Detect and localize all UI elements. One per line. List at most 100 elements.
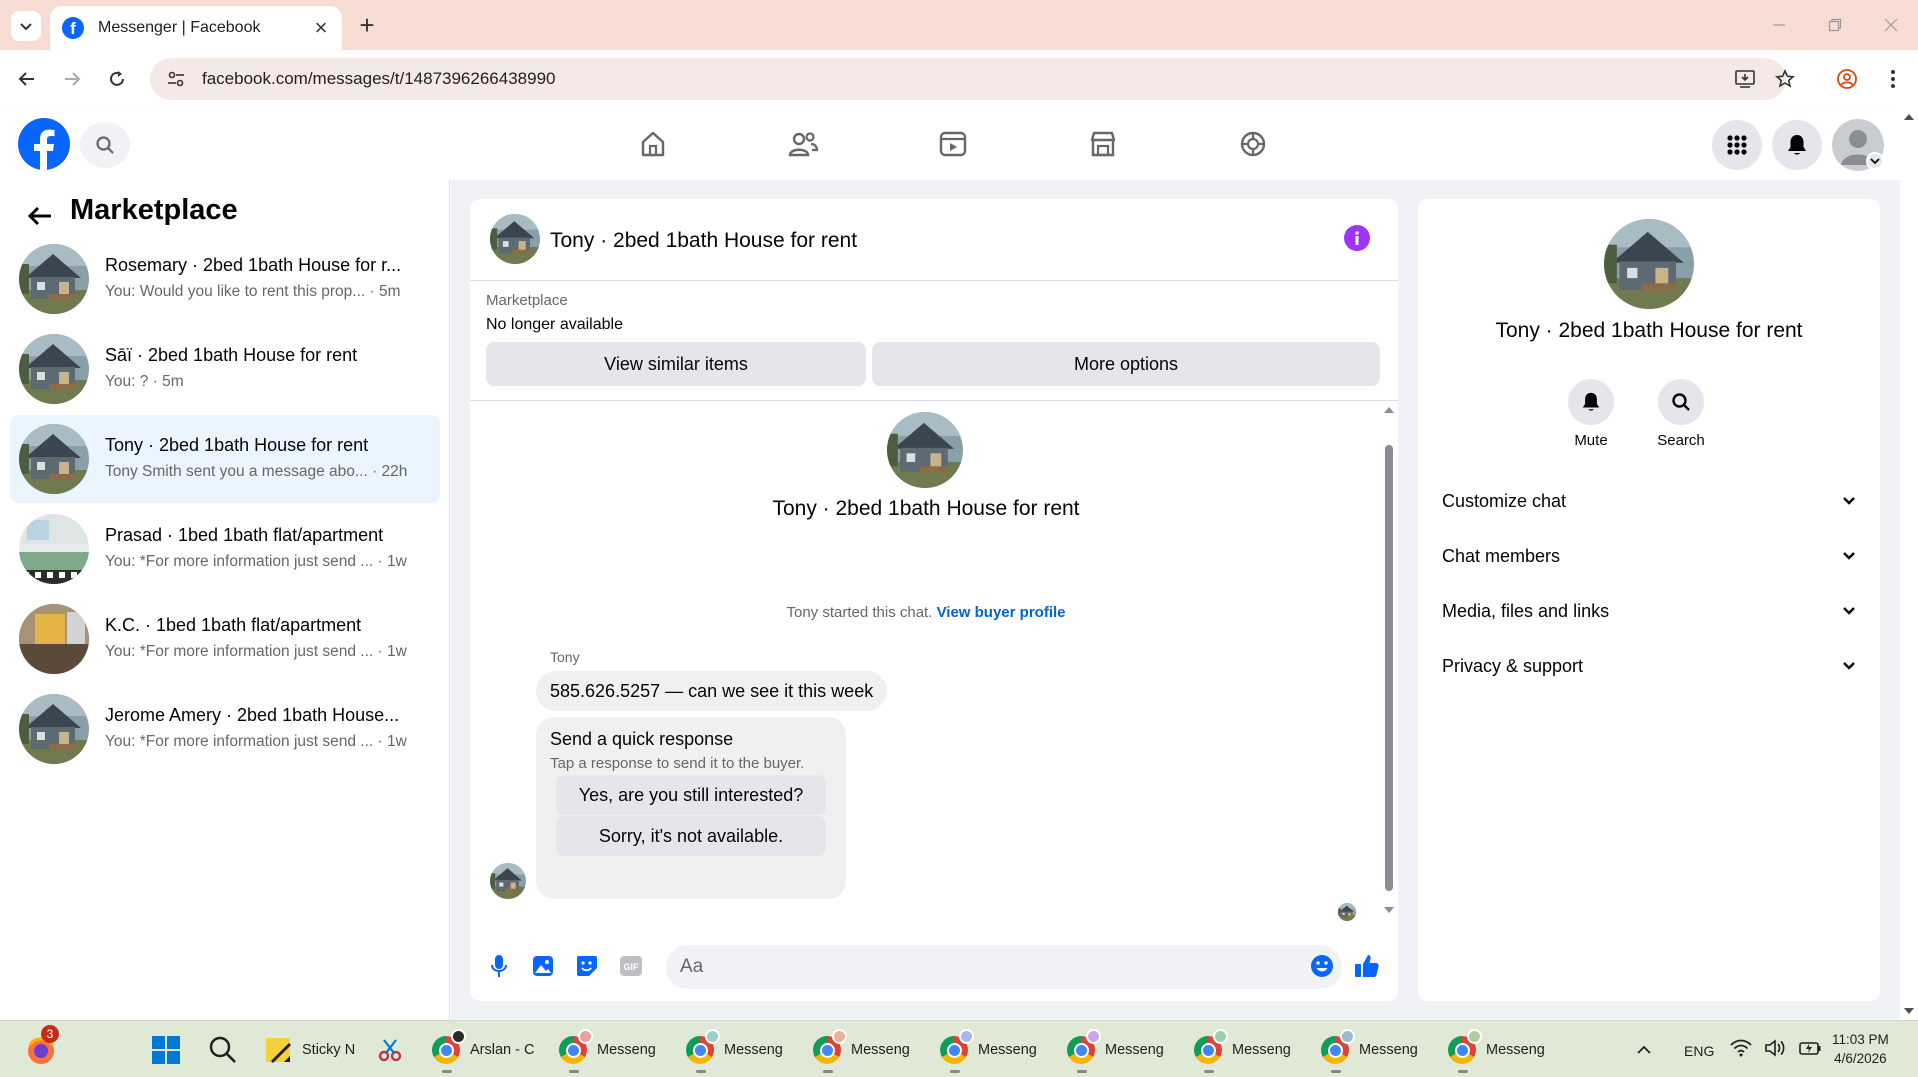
back-arrow-icon[interactable]	[10, 62, 44, 96]
chat-header-avatar[interactable]	[490, 214, 540, 264]
windows-logo-icon	[152, 1036, 180, 1064]
chat-members-section[interactable]: Chat members	[1428, 530, 1870, 582]
page-scrollbar[interactable]	[1900, 108, 1918, 1020]
divider	[470, 400, 1398, 401]
reload-icon[interactable]	[100, 62, 134, 96]
address-bar[interactable]: facebook.com/messages/t/1487396266438990	[150, 58, 1786, 100]
sticky-notes-icon	[266, 1038, 292, 1064]
listing-thumbnail	[19, 244, 89, 314]
marketplace-icon[interactable]	[1078, 120, 1128, 168]
chrome-icon	[432, 1029, 466, 1064]
media-files-links-section[interactable]: Media, files and links	[1428, 585, 1870, 637]
taskbar-chrome-window[interactable]: Messeng	[686, 1029, 792, 1073]
thumbs-up-icon[interactable]	[1350, 949, 1384, 983]
taskbar-chrome-window[interactable]: Messeng	[940, 1029, 1046, 1073]
conversation-item[interactable]: K.C. · 1bed 1bath flat/apartment You: *F…	[10, 595, 440, 683]
chrome-icon	[940, 1029, 974, 1064]
photo-icon[interactable]	[526, 949, 560, 983]
taskbar-search-button[interactable]	[208, 1029, 238, 1071]
taskbar-chrome-window[interactable]: Arslan - C	[432, 1029, 538, 1073]
firefox-app[interactable]: 3	[24, 1025, 59, 1071]
quick-response-option[interactable]: Sorry, it's not available.	[556, 816, 826, 856]
marketplace-label: Marketplace	[486, 292, 568, 309]
privacy-support-section[interactable]: Privacy & support	[1428, 640, 1870, 692]
conversation-name: Tony · 2bed 1bath House for rent	[105, 435, 369, 455]
language-indicator[interactable]: ENG	[1684, 1043, 1714, 1059]
taskbar-label: Messeng	[978, 1042, 1037, 1058]
conversation-preview: You: *For more information just send ...…	[105, 733, 407, 750]
message-bubble[interactable]: 585.626.5257 — can we see it this week	[536, 671, 888, 711]
customize-chat-section[interactable]: Customize chat	[1428, 475, 1870, 527]
chat-scrollbar[interactable]	[1380, 401, 1398, 921]
taskbar-sticky-notes[interactable]: Sticky N	[264, 1029, 370, 1071]
more-options-button[interactable]: More options	[872, 342, 1380, 386]
search-in-chat-button[interactable]: Search	[1636, 379, 1726, 449]
conversation-name: Jerome Amery · 2bed 1bath House...	[105, 705, 400, 725]
url-text[interactable]: facebook.com/messages/t/1487396266438990	[202, 69, 555, 89]
back-button[interactable]	[22, 198, 58, 234]
profile-icon[interactable]	[1830, 62, 1864, 96]
restore-icon[interactable]	[1820, 12, 1850, 38]
chevron-down-icon	[1843, 497, 1855, 505]
sender-avatar[interactable]	[490, 863, 526, 899]
start-button[interactable]	[150, 1029, 182, 1071]
battery-icon	[1799, 1042, 1821, 1055]
facebook-logo-icon[interactable]	[18, 118, 70, 170]
bookmark-star-icon[interactable]	[1768, 62, 1802, 96]
chrome-icon	[686, 1029, 720, 1064]
quick-response-option[interactable]: Yes, are you still interested?	[556, 775, 826, 815]
conversation-preview: You: *For more information just send ...…	[105, 553, 407, 570]
chrome-icon	[813, 1029, 847, 1064]
mute-button[interactable]: Mute	[1546, 379, 1636, 449]
tab-search-button[interactable]	[11, 11, 41, 41]
friends-icon[interactable]	[778, 120, 828, 168]
taskbar-chrome-window[interactable]: Messeng	[1448, 1029, 1554, 1073]
taskbar-chrome-window[interactable]: Messeng	[1067, 1029, 1173, 1073]
chat-title[interactable]: Tony · 2bed 1bath House for rent	[550, 229, 857, 253]
system-tray-icons[interactable]	[1730, 1039, 1822, 1057]
forward-arrow-icon[interactable]	[55, 62, 89, 96]
notifications-button[interactable]	[1772, 120, 1822, 170]
gaming-icon[interactable]	[1228, 120, 1278, 168]
taskbar-chrome-window[interactable]: Messeng	[813, 1029, 919, 1073]
minimize-icon[interactable]	[1764, 12, 1794, 38]
conversation-preview: Tony Smith sent you a message abo... · 2…	[105, 463, 408, 480]
close-window-icon[interactable]	[1876, 12, 1906, 38]
facebook-search-button[interactable]	[80, 122, 130, 168]
browser-menu-icon[interactable]	[1876, 62, 1910, 96]
show-hidden-icons-button[interactable]	[1636, 1029, 1652, 1071]
section-label: Media, files and links	[1442, 600, 1610, 621]
conversation-item[interactable]: Jerome Amery · 2bed 1bath House... You: …	[10, 685, 440, 773]
video-icon[interactable]	[928, 120, 978, 168]
gif-icon[interactable]: GIF	[614, 949, 648, 983]
conversation-item[interactable]: Rosemary · 2bed 1bath House for r... You…	[10, 235, 440, 323]
quick-response-title: Send a quick response	[550, 729, 734, 749]
conversation-item-active[interactable]: Tony · 2bed 1bath House for rent Tony Sm…	[10, 415, 440, 503]
emoji-icon[interactable]	[1305, 949, 1339, 983]
view-buyer-profile-link[interactable]: View buyer profile	[937, 604, 1066, 621]
browser-tab[interactable]: f Messenger | Facebook ×	[50, 6, 342, 50]
close-tab-icon[interactable]: ×	[308, 15, 334, 41]
home-icon[interactable]	[628, 120, 678, 168]
site-settings-icon[interactable]	[156, 69, 196, 89]
taskbar-chrome-window[interactable]: Messeng	[1321, 1029, 1427, 1073]
install-app-icon[interactable]	[1728, 62, 1762, 96]
microphone-icon[interactable]	[482, 949, 516, 983]
account-chevron-icon[interactable]	[1866, 152, 1884, 170]
arrow-left-icon	[27, 206, 51, 226]
conversation-item[interactable]: Sāï · 2bed 1bath House for rent You: ? ·…	[10, 325, 440, 413]
new-tab-button[interactable]: +	[352, 10, 382, 40]
conversation-item[interactable]: Prasad · 1bed 1bath flat/apartment You: …	[10, 505, 440, 593]
taskbar-label: Messeng	[1105, 1042, 1164, 1058]
menu-grid-button[interactable]	[1712, 120, 1762, 170]
search-icon	[1658, 379, 1704, 425]
clock[interactable]: 11:03 PM 4/6/2026	[1832, 1030, 1889, 1068]
sticker-icon[interactable]	[570, 949, 604, 983]
view-similar-items-button[interactable]: View similar items	[486, 342, 866, 386]
chat-intro-title: Tony · 2bed 1bath House for rent	[772, 497, 1080, 520]
taskbar-chrome-window[interactable]: Messeng	[559, 1029, 665, 1073]
taskbar-chrome-window[interactable]: Messeng	[1194, 1029, 1300, 1073]
message-input[interactable]	[666, 945, 1342, 989]
taskbar-snipping-tool[interactable]	[376, 1029, 404, 1071]
info-icon[interactable]	[1344, 225, 1370, 251]
